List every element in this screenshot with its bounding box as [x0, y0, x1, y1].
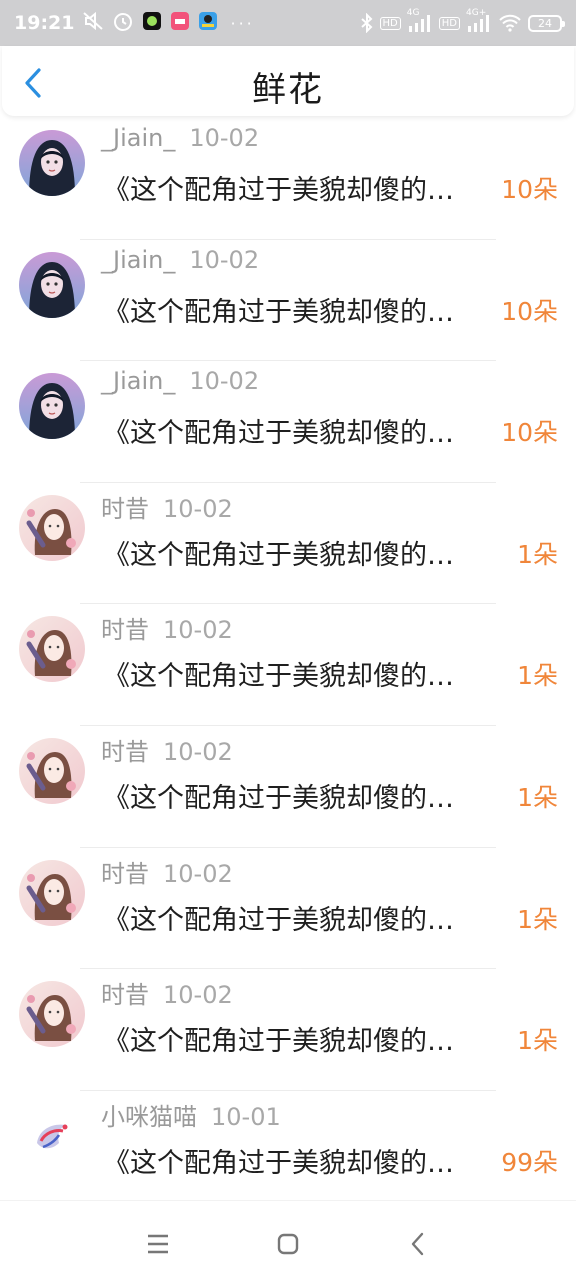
avatar[interactable]	[19, 616, 85, 683]
user-name[interactable]: 时昔	[101, 981, 149, 1009]
book-title: 《这个配角过于美貌却傻的…	[103, 418, 454, 450]
status-time: 19:21	[14, 12, 75, 34]
more-notifications-icon: ···	[230, 13, 255, 33]
gift-date: 10-02	[163, 981, 233, 1010]
avatar[interactable]	[19, 1102, 85, 1169]
avatar[interactable]	[19, 130, 85, 196]
mute-icon	[82, 11, 104, 35]
app-notification-icon	[198, 11, 218, 35]
network-type-label: 4G+	[466, 8, 487, 18]
flower-amount: 10朵	[501, 175, 558, 204]
list-item[interactable]: _Jiain_ 10-02 《这个配角过于美貌却傻的… 10朵	[0, 361, 576, 483]
user-name[interactable]: 时昔	[101, 738, 149, 766]
flower-amount: 10朵	[501, 296, 558, 326]
menu-icon	[148, 1234, 168, 1254]
list-item[interactable]: _Jiain_ 10-02 《这个配角过于美貌却傻的… 10朵	[0, 118, 576, 240]
home-square-icon	[277, 1233, 299, 1255]
avatar[interactable]	[19, 494, 85, 561]
app-notification-icon	[170, 11, 190, 35]
list-item[interactable]: 时昔 10-02 《这个配角过于美貌却傻的… 1朵	[0, 483, 576, 605]
list-item[interactable]: 时昔 10-02 《这个配角过于美貌却傻的… 1朵	[0, 604, 576, 726]
network-type-label: 4G	[406, 8, 420, 18]
battery-icon: 24	[528, 14, 565, 32]
app-notification-icon	[142, 11, 162, 35]
user-name[interactable]: 时昔	[101, 616, 149, 644]
name-line: 时昔 10-02	[101, 975, 233, 1010]
book-title: 《这个配角过于美貌却傻的…	[103, 782, 454, 814]
nav-back-button[interactable]	[403, 1229, 433, 1259]
list-item[interactable]: _Jiain_ 10-02 《这个配角过于美貌却傻的… 10朵	[0, 240, 576, 362]
flower-amount: 1朵	[517, 904, 558, 934]
book-title: 《这个配角过于美貌却傻的…	[103, 1026, 454, 1058]
gift-date: 10-02	[189, 367, 260, 396]
hd-icon: HD	[379, 16, 401, 30]
name-line: 时昔 10-02	[101, 732, 233, 767]
user-name[interactable]: _Jiain_	[101, 367, 175, 395]
name-line: 时昔 10-02	[101, 610, 233, 645]
status-bar: 19:21 ··· HD 4G HD 4G+ 24	[0, 0, 576, 46]
gift-date: 10-02	[163, 616, 233, 645]
user-name[interactable]: 时昔	[101, 860, 149, 888]
book-title: 《这个配角过于美貌却傻的…	[103, 539, 454, 571]
flower-amount: 1朵	[517, 782, 558, 812]
name-line: _Jiain_ 10-02	[101, 246, 259, 274]
signal-icon: 4G+	[466, 8, 492, 32]
gift-date: 10-02	[189, 245, 260, 274]
name-line: _Jiain_ 10-02	[101, 124, 259, 152]
menu-button[interactable]	[143, 1229, 173, 1259]
home-button[interactable]	[273, 1229, 303, 1259]
avatar[interactable]	[19, 859, 85, 926]
user-name[interactable]: _Jiain_	[101, 124, 175, 152]
list-item[interactable]: 时昔 10-02 《这个配角过于美貌却傻的… 1朵	[0, 848, 576, 970]
flower-amount: 1朵	[517, 1026, 558, 1056]
gift-date: 10-02	[163, 737, 233, 766]
name-line: _Jiain_ 10-02	[101, 367, 259, 395]
wifi-icon	[498, 14, 522, 32]
flower-gift-list: _Jiain_ 10-02 《这个配角过于美貌却傻的… 10朵 _Jiain_ 10-02…	[0, 118, 576, 1212]
avatar[interactable]	[19, 373, 85, 440]
user-name[interactable]: 时昔	[101, 495, 149, 523]
book-title: 《这个配角过于美貌却傻的…	[103, 175, 454, 206]
list-item[interactable]: 小咪猫喵 10-01 《这个配角过于美貌却傻的… 99朵	[0, 1091, 576, 1213]
gift-date: 10-02	[189, 124, 260, 152]
user-name[interactable]: 小咪猫喵	[101, 1103, 197, 1131]
book-title: 《这个配角过于美貌却傻的…	[103, 296, 454, 328]
avatar[interactable]	[19, 981, 85, 1048]
gift-date: 10-02	[163, 859, 233, 888]
gift-date: 10-01	[211, 1102, 281, 1131]
app-header: 鲜花	[2, 46, 574, 116]
name-line: 时昔 10-02	[101, 854, 233, 889]
flower-amount: 99朵	[501, 1147, 558, 1177]
book-title: 《这个配角过于美貌却傻的…	[103, 904, 454, 936]
list-item[interactable]: 时昔 10-02 《这个配角过于美貌却傻的… 1朵	[0, 969, 576, 1091]
list-item[interactable]: 时昔 10-02 《这个配角过于美貌却傻的… 1朵	[0, 726, 576, 848]
user-name[interactable]: _Jiain_	[101, 246, 175, 274]
book-title: 《这个配角过于美貌却傻的…	[103, 1147, 454, 1179]
name-line: 时昔 10-02	[101, 489, 233, 524]
back-arrow-icon	[411, 1232, 424, 1256]
page-title: 鲜花	[252, 70, 324, 110]
name-line: 小咪猫喵 10-01	[101, 1097, 281, 1132]
avatar[interactable]	[19, 737, 85, 804]
avatar[interactable]	[19, 251, 85, 318]
book-title: 《这个配角过于美貌却傻的…	[103, 661, 454, 693]
hd-icon: HD	[438, 16, 460, 30]
signal-icon: 4G	[407, 8, 433, 32]
system-nav-bar	[0, 1200, 576, 1281]
bluetooth-icon	[360, 13, 374, 33]
gift-date: 10-02	[163, 494, 233, 523]
flower-amount: 1朵	[517, 539, 558, 569]
flower-amount: 10朵	[501, 418, 558, 448]
alarm-icon	[112, 10, 134, 36]
flower-amount: 1朵	[517, 661, 558, 691]
